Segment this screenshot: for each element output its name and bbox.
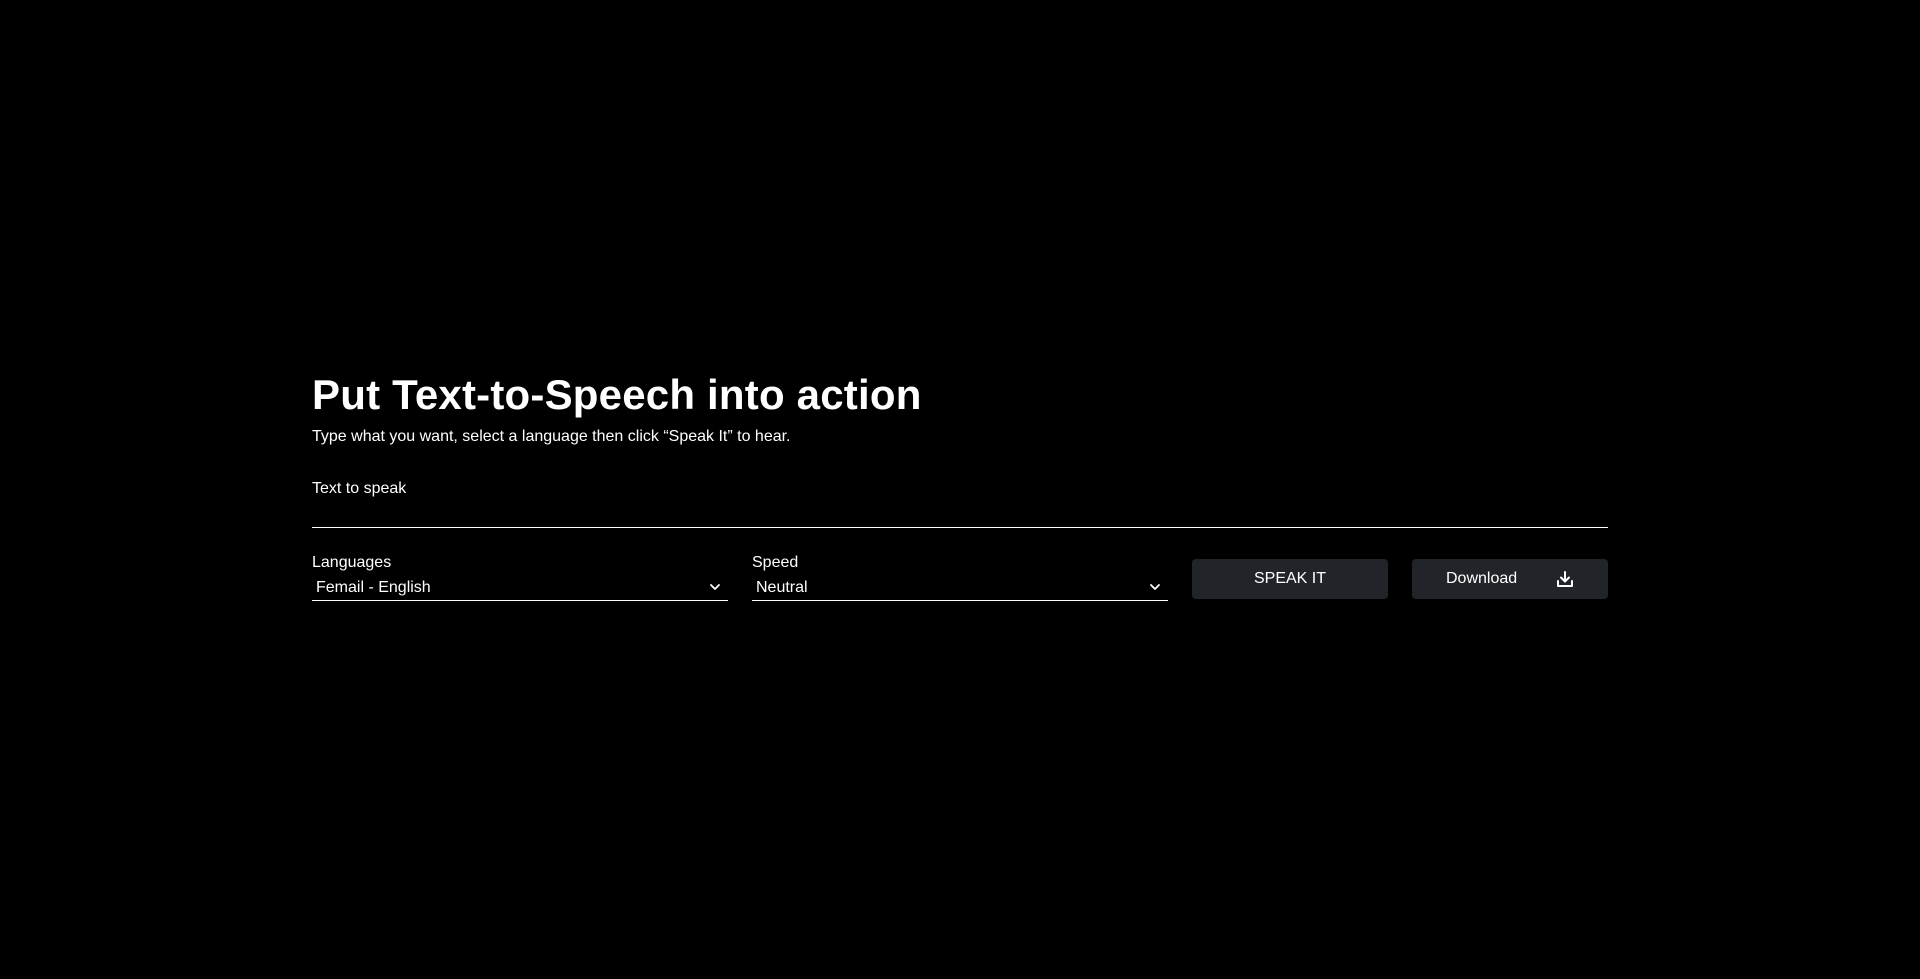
speak-it-button[interactable]: SPEAK IT: [1192, 559, 1388, 599]
download-button[interactable]: Download: [1412, 559, 1608, 599]
speed-label: Speed: [752, 554, 799, 571]
languages-group: Languages Femail - English: [312, 552, 728, 601]
download-icon: [1557, 571, 1573, 587]
languages-select[interactable]: Femail - English: [312, 576, 728, 601]
languages-selected-value: Femail - English: [316, 579, 431, 596]
speak-it-label: SPEAK IT: [1253, 570, 1327, 587]
text-to-speak-input[interactable]: [312, 500, 1608, 528]
tts-panel: Put Text-to-Speech into action Type what…: [312, 368, 1608, 601]
speed-group: Speed Neutral: [752, 552, 1168, 601]
speed-select[interactable]: Neutral: [752, 576, 1168, 601]
chevron-down-icon: [710, 584, 720, 590]
download-label: Download: [1446, 570, 1518, 587]
controls-row: Languages Femail - English Speed Neutral: [312, 552, 1608, 601]
text-to-speak-field: Text to speak: [312, 478, 1608, 528]
text-to-speak-label: Text to speak: [312, 480, 407, 497]
languages-label: Languages: [312, 554, 392, 571]
page-subtitle: Type what you want, select a language th…: [312, 428, 791, 445]
page: Put Text-to-Speech into action Type what…: [0, 0, 1920, 979]
speed-selected-value: Neutral: [756, 579, 808, 596]
chevron-down-icon: [1150, 584, 1160, 590]
page-title: Put Text-to-Speech into action: [312, 371, 922, 418]
